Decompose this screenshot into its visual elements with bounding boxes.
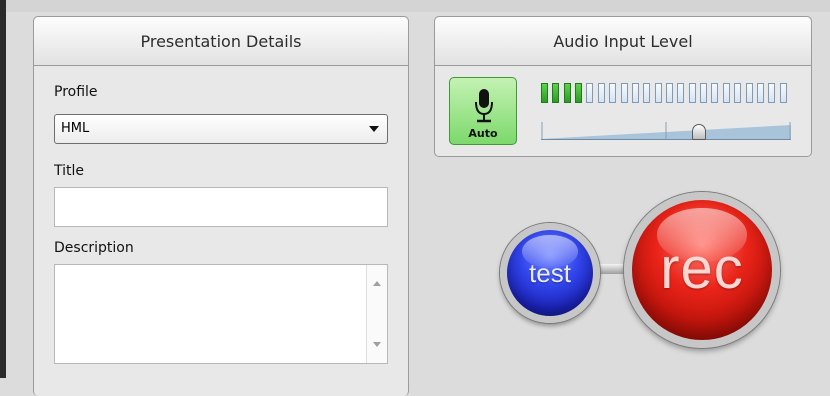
title-label: Title [54,163,85,179]
level-segment [643,83,650,103]
level-segment [666,83,673,103]
level-segment [689,83,696,103]
panel-title: Presentation Details [140,31,302,51]
level-segment [746,83,753,103]
auto-label: Auto [468,127,498,140]
level-segment [677,83,684,103]
scroll-down-arrow-icon[interactable] [373,342,381,347]
level-segment [564,83,571,103]
panel-title: Audio Input Level [553,31,693,51]
level-segment [655,83,662,103]
audio-input-level-header: Audio Input Level [435,17,811,66]
audio-input-level-panel: Audio Input Level Auto [434,16,812,157]
level-segment [609,83,616,103]
description-scrollbar[interactable] [366,265,387,363]
level-segment [723,83,730,103]
level-segment [586,83,593,103]
description-textarea[interactable] [54,264,388,364]
chevron-down-icon[interactable] [369,126,379,132]
level-segment [598,83,605,103]
level-segment [780,83,787,103]
presentation-details-panel: Presentation Details Profile HML Title D… [33,16,409,396]
level-segment [621,83,628,103]
record-button[interactable]: rec [624,192,780,348]
profile-select[interactable]: HML [54,114,388,144]
scroll-up-arrow-icon[interactable] [373,281,381,286]
test-label: test [529,257,571,288]
input-level-meter [541,83,791,103]
profile-selected-value: HML [61,121,90,136]
level-segment [632,83,639,103]
auto-mic-button[interactable]: Auto [449,77,517,145]
title-input[interactable] [54,187,388,227]
window-edge [0,0,6,378]
profile-label: Profile [54,84,98,100]
description-label: Description [54,240,134,256]
level-segment [757,83,764,103]
top-strip [6,0,830,12]
recording-controls: test rec [498,190,788,350]
slider-thumb[interactable] [692,124,706,140]
test-button[interactable]: test [500,223,600,323]
level-segment [700,83,707,103]
input-gain-slider[interactable] [541,112,791,140]
level-segment [734,83,741,103]
presentation-details-header: Presentation Details [34,17,408,66]
level-segment [711,83,718,103]
slider-track[interactable] [541,112,791,140]
microphone-icon [475,89,493,123]
level-segment [541,83,548,103]
level-segment [768,83,775,103]
level-segment [552,83,559,103]
level-segment [575,83,582,103]
rec-label: rec [660,235,744,301]
